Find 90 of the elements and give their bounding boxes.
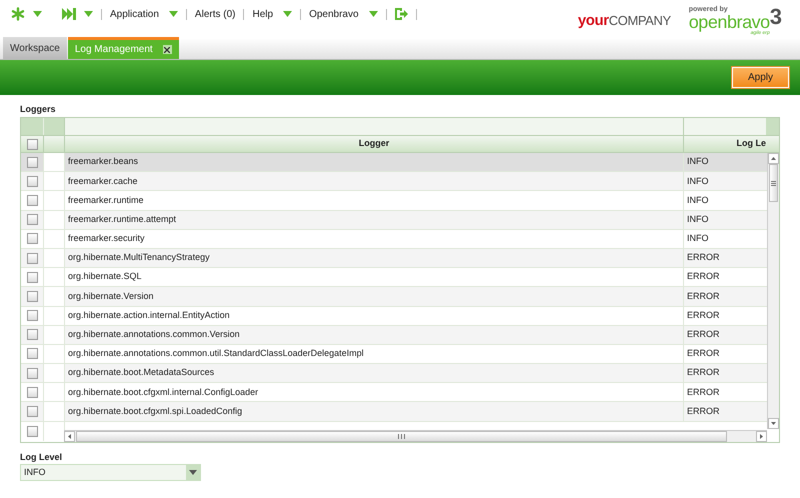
left-arrow-icon[interactable]: [68, 434, 71, 439]
menu-item[interactable]: Openbravo: [309, 6, 359, 22]
log-level-select[interactable]: INFO: [20, 464, 201, 481]
company-logo: yourCOMPANY: [578, 11, 671, 31]
column-header[interactable]: Log Le: [736, 137, 766, 151]
checkbox[interactable]: [26, 233, 38, 244]
table-row[interactable]: org.hibernate.annotations.common.Version ERROR: [21, 326, 767, 345]
table-cell-text: org.hibernate.MultiTenancyStrategy: [68, 251, 210, 264]
checkbox[interactable]: [26, 386, 38, 398]
caret-icon: [84, 11, 93, 17]
checkbox[interactable]: [26, 176, 38, 187]
close-icon[interactable]: [162, 45, 172, 54]
table-cell-text: freemarker.cache: [68, 174, 138, 188]
fast-forward-icon[interactable]: [62, 8, 76, 20]
checkbox[interactable]: [26, 252, 38, 264]
checkbox[interactable]: [26, 348, 38, 360]
table-cell-text: ERROR: [687, 366, 720, 380]
grip-icon: [398, 434, 405, 439]
table-cell-text: ERROR: [687, 290, 720, 303]
menu-item[interactable]: Application: [110, 6, 159, 22]
table-cell-text: INFO: [687, 174, 708, 188]
table-row[interactable]: org.hibernate.boot.MetadataSources ERROR: [21, 364, 767, 384]
checkbox[interactable]: [26, 426, 38, 437]
table-row[interactable]: org.hibernate.boot.cfgxml.spi.LoadedConfig ERROR: [21, 402, 767, 422]
table-row[interactable]: freemarker.runtime.attempt INFO: [21, 210, 767, 230]
field-label: Log Level: [20, 451, 64, 464]
section-title: Loggers: [20, 103, 57, 116]
menu-item[interactable]: Help: [252, 6, 274, 22]
checkbox[interactable]: [26, 156, 38, 168]
table-cell-text: freemarker.beans: [68, 155, 138, 168]
table-row[interactable]: freemarker.runtime INFO: [21, 191, 767, 211]
table-cell-text: ERROR: [687, 270, 720, 284]
tab[interactable]: Workspace: [3, 37, 67, 59]
checkbox[interactable]: [26, 310, 38, 322]
checkbox[interactable]: [26, 329, 38, 340]
grip-icon: [771, 180, 776, 186]
checkbox[interactable]: [26, 194, 38, 206]
caret-icon: [168, 11, 178, 17]
table-cell-text: ERROR: [687, 328, 720, 342]
table-cell-text: ERROR: [687, 308, 720, 322]
table-cell-text: org.hibernate.boot.cfgxml.spi.LoadedConfig: [68, 404, 242, 418]
filter-field[interactable]: [683, 118, 766, 135]
table-cell-text: freemarker.runtime.attempt: [68, 212, 176, 226]
table-cell-text: org.hibernate.annotations.common.Version: [68, 328, 240, 342]
table-row[interactable]: org.hibernate.SQL ERROR: [21, 268, 767, 288]
caret-icon: [33, 11, 42, 17]
down-arrow-icon[interactable]: [771, 422, 776, 425]
checkbox[interactable]: [26, 406, 38, 418]
table-cell-text: ERROR: [687, 404, 720, 418]
table-cell-text: org.hibernate.annotations.common.util.StandardClassLoaderDelegateImpl: [68, 347, 364, 360]
table-cell-text: INFO: [687, 212, 708, 226]
filter-field[interactable]: [64, 118, 683, 135]
table-cell-text: org.hibernate.boot.cfgxml.internal.ConfigLoader: [68, 386, 258, 399]
table-row[interactable]: org.hibernate.MultiTenancyStrategy ERROR: [21, 248, 767, 268]
table-row[interactable]: org.hibernate.Version ERROR: [21, 287, 767, 306]
table-cell-text: INFO: [687, 155, 708, 168]
table-row[interactable]: org.hibernate.action.internal.EntityAction ERROR: [21, 306, 767, 326]
checkbox[interactable]: [26, 272, 38, 283]
table-row[interactable]: org.hibernate.annotations.common.util.StandardClassLoaderDelegateImpl ERROR: [21, 344, 767, 364]
table-cell-text: ERROR: [687, 251, 720, 264]
table-cell-text: INFO: [687, 232, 708, 246]
column-header[interactable]: Logger: [64, 136, 683, 152]
right-arrow-icon[interactable]: [760, 434, 763, 439]
table-row[interactable]: freemarker.security INFO: [21, 230, 767, 249]
caret-icon: [283, 11, 292, 17]
table-cell-text: org.hibernate.boot.MetadataSources: [68, 366, 214, 380]
table-cell-text: org.hibernate.action.internal.EntityAction: [68, 308, 230, 322]
table-cell-text: freemarker.security: [68, 232, 145, 246]
dropdown-arrow-icon: [189, 470, 197, 475]
caret-icon: [368, 11, 378, 17]
checkbox[interactable]: [26, 214, 38, 226]
table-row[interactable]: org.hibernate.boot.cfgxml.internal.ConfigLoader ERROR: [21, 383, 767, 402]
apply-button[interactable]: Apply: [732, 67, 789, 88]
logout-icon[interactable]: [394, 8, 408, 20]
horizontal-scrollbar[interactable]: [64, 430, 767, 442]
table-row[interactable]: freemarker.beans INFO: [21, 153, 767, 172]
checkbox[interactable]: [26, 368, 38, 379]
up-arrow-icon[interactable]: [771, 157, 776, 160]
table-cell-text: INFO: [687, 194, 708, 207]
table-row[interactable]: freemarker.cache INFO: [21, 172, 767, 192]
table-cell-text: freemarker.runtime: [68, 194, 144, 207]
table-cell-text: org.hibernate.SQL: [68, 270, 142, 284]
alerts-link[interactable]: Alerts (0): [194, 6, 236, 22]
asterisk-icon[interactable]: [11, 7, 25, 21]
vertical-scrollbar[interactable]: [767, 153, 779, 429]
checkbox[interactable]: [26, 290, 38, 302]
table-cell-text: org.hibernate.Version: [68, 290, 154, 303]
table-cell-text: ERROR: [687, 386, 720, 399]
checkbox[interactable]: [26, 138, 38, 150]
table-cell-text: ERROR: [687, 347, 720, 360]
